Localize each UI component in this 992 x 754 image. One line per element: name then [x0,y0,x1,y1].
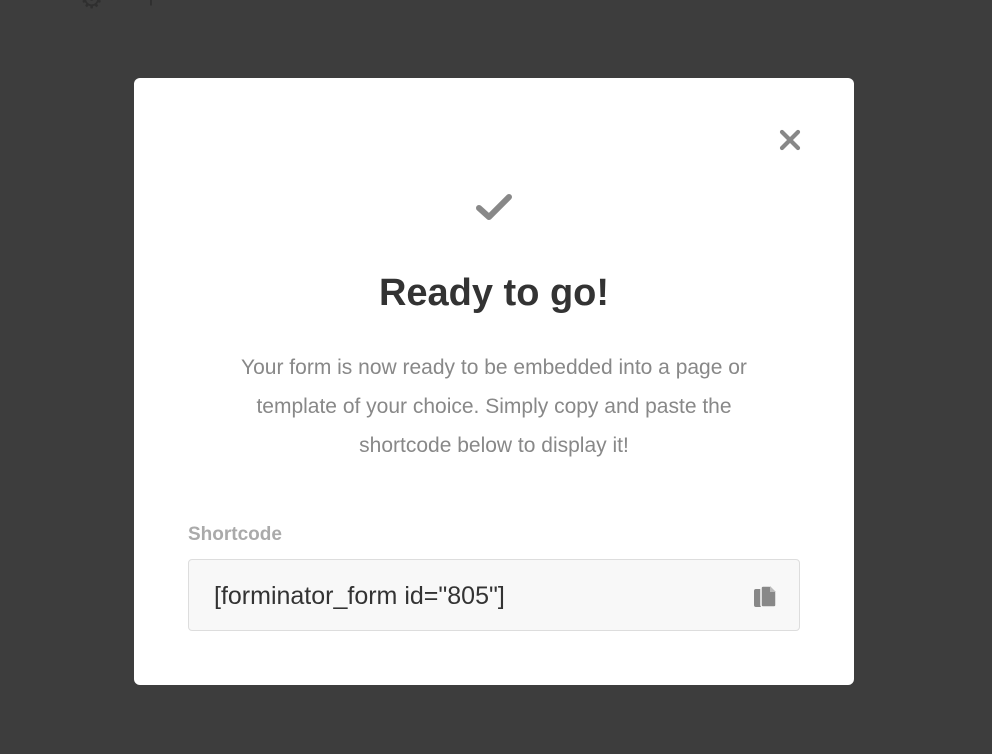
copy-icon [754,585,777,608]
modal-title: Ready to go! [378,272,610,314]
success-modal: Ready to go! Your form is now ready to b… [134,78,854,685]
gear-icon: ⚙ [80,0,103,12]
copy-button[interactable] [752,582,778,610]
check-icon [476,192,512,222]
modal-description: Your form is now ready to be embedded in… [241,356,747,457]
close-button[interactable] [778,128,802,152]
shortcode-value[interactable]: [forminator_form id="805"] [214,580,505,612]
shortcode-field[interactable]: [forminator_form id="805"] [188,559,800,631]
plus-icon: + [143,0,158,12]
close-icon [779,129,801,151]
shortcode-label: Shortcode [188,524,282,545]
background-toolbar: ⚙ + [80,0,159,12]
